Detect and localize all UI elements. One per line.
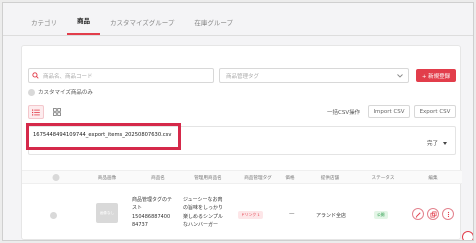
product-code-line: 84737 bbox=[132, 222, 148, 229]
header-price: 価格 bbox=[285, 176, 295, 181]
custom-only-radio[interactable] bbox=[28, 88, 35, 96]
more-button[interactable] bbox=[442, 208, 454, 220]
list-view-icon bbox=[32, 109, 40, 115]
search-icon bbox=[32, 72, 39, 79]
new-item-button[interactable]: + 新規登録 bbox=[416, 69, 456, 82]
grid-view-icon bbox=[53, 108, 61, 116]
header-store: 提供店舗 bbox=[320, 176, 340, 181]
export-status-label: 完了 bbox=[426, 141, 438, 147]
product-thumbnail: 画像なし bbox=[96, 203, 118, 223]
more-icon bbox=[447, 211, 449, 217]
export-result-panel: 1675448494109744_export_items_2025080763… bbox=[28, 126, 456, 155]
admin-name-line: 楽しめるシンプル bbox=[183, 213, 223, 220]
tab-bar: カテゴリ 商品 カスタマイズグループ 在庫グループ bbox=[21, 9, 243, 35]
chevron-down-icon bbox=[397, 73, 403, 78]
scroll-top-button[interactable] bbox=[462, 231, 473, 240]
select-all-radio[interactable] bbox=[52, 174, 60, 181]
tab-divider bbox=[3, 35, 473, 36]
table-header: 商品画像 商品名 管理用商品名 商品管理タグ 価格 提供店舗 ステータス 編集 bbox=[22, 170, 462, 184]
tag-select-placeholder: 商品管理タグ bbox=[226, 73, 260, 80]
product-price: — bbox=[289, 211, 295, 217]
admin-name-line: の旨味をしっかり bbox=[183, 205, 224, 212]
tab-category[interactable]: カテゴリ bbox=[21, 17, 67, 35]
list-view-button[interactable] bbox=[28, 105, 44, 119]
search-input[interactable]: 商品名、商品コード bbox=[28, 68, 214, 83]
app-window: カテゴリ 商品 カスタマイズグループ 在庫グループ 商品名、商品コード 商品管理… bbox=[2, 2, 474, 241]
header-image: 商品画像 bbox=[97, 176, 117, 181]
products-card: 商品名、商品コード 商品管理タグ + 新規登録 カスタマイズ商品のみ 一括CSV… bbox=[21, 45, 462, 240]
tab-products[interactable]: 商品 bbox=[67, 15, 100, 35]
row-select-radio[interactable] bbox=[50, 212, 57, 219]
product-store: アランド全店 bbox=[316, 213, 347, 219]
caret-down-icon bbox=[443, 141, 447, 145]
header-edit: 編集 bbox=[428, 176, 438, 181]
custom-only-filter[interactable]: カスタマイズ商品のみ bbox=[28, 88, 93, 96]
copy-button[interactable] bbox=[427, 208, 439, 220]
copy-icon bbox=[430, 211, 436, 217]
product-admin-name: ジューシーなお肉 の旨味をしっかり 楽しめるシンプル なハンバーガー bbox=[183, 196, 235, 230]
export-file-link[interactable]: 1675448494109744_export_items_2025080763… bbox=[33, 132, 171, 138]
status-badge: 公開 bbox=[374, 211, 388, 219]
product-name: 商品管理タグのテ スト 150486887400 84737 bbox=[132, 196, 184, 230]
edit-button[interactable] bbox=[412, 208, 424, 220]
bulk-csv-label: 一括CSV操作 bbox=[327, 110, 361, 116]
admin-name-line: なハンバーガー bbox=[183, 222, 219, 229]
edit-icon bbox=[415, 211, 421, 217]
search-placeholder: 商品名、商品コード bbox=[43, 73, 93, 80]
tab-customize-group[interactable]: カスタマイズグループ bbox=[100, 17, 184, 35]
product-name-line: スト bbox=[132, 205, 143, 212]
import-csv-button[interactable]: Import CSV bbox=[368, 105, 410, 118]
header-admin-name: 管理用商品名 bbox=[194, 176, 222, 181]
export-csv-button[interactable]: Export CSV bbox=[414, 105, 456, 118]
product-name-line: 商品管理タグのテ bbox=[132, 197, 173, 203]
tab-stock-group[interactable]: 在庫グループ bbox=[184, 17, 243, 35]
product-code-line: 150486887400 bbox=[132, 213, 171, 220]
grid-view-button[interactable] bbox=[49, 105, 65, 119]
tag-select[interactable]: 商品管理タグ bbox=[219, 68, 409, 83]
custom-only-label: カスタマイズ商品のみ bbox=[38, 90, 93, 96]
header-tag: 商品管理タグ bbox=[244, 176, 272, 181]
product-tag-badge: ドリンク 1 bbox=[238, 211, 263, 219]
header-status: ステータス bbox=[371, 176, 395, 181]
admin-name-line: ジューシーなお肉 bbox=[183, 197, 223, 203]
header-name: 商品名 bbox=[151, 176, 165, 181]
export-status-select[interactable]: 完了 bbox=[427, 139, 447, 147]
